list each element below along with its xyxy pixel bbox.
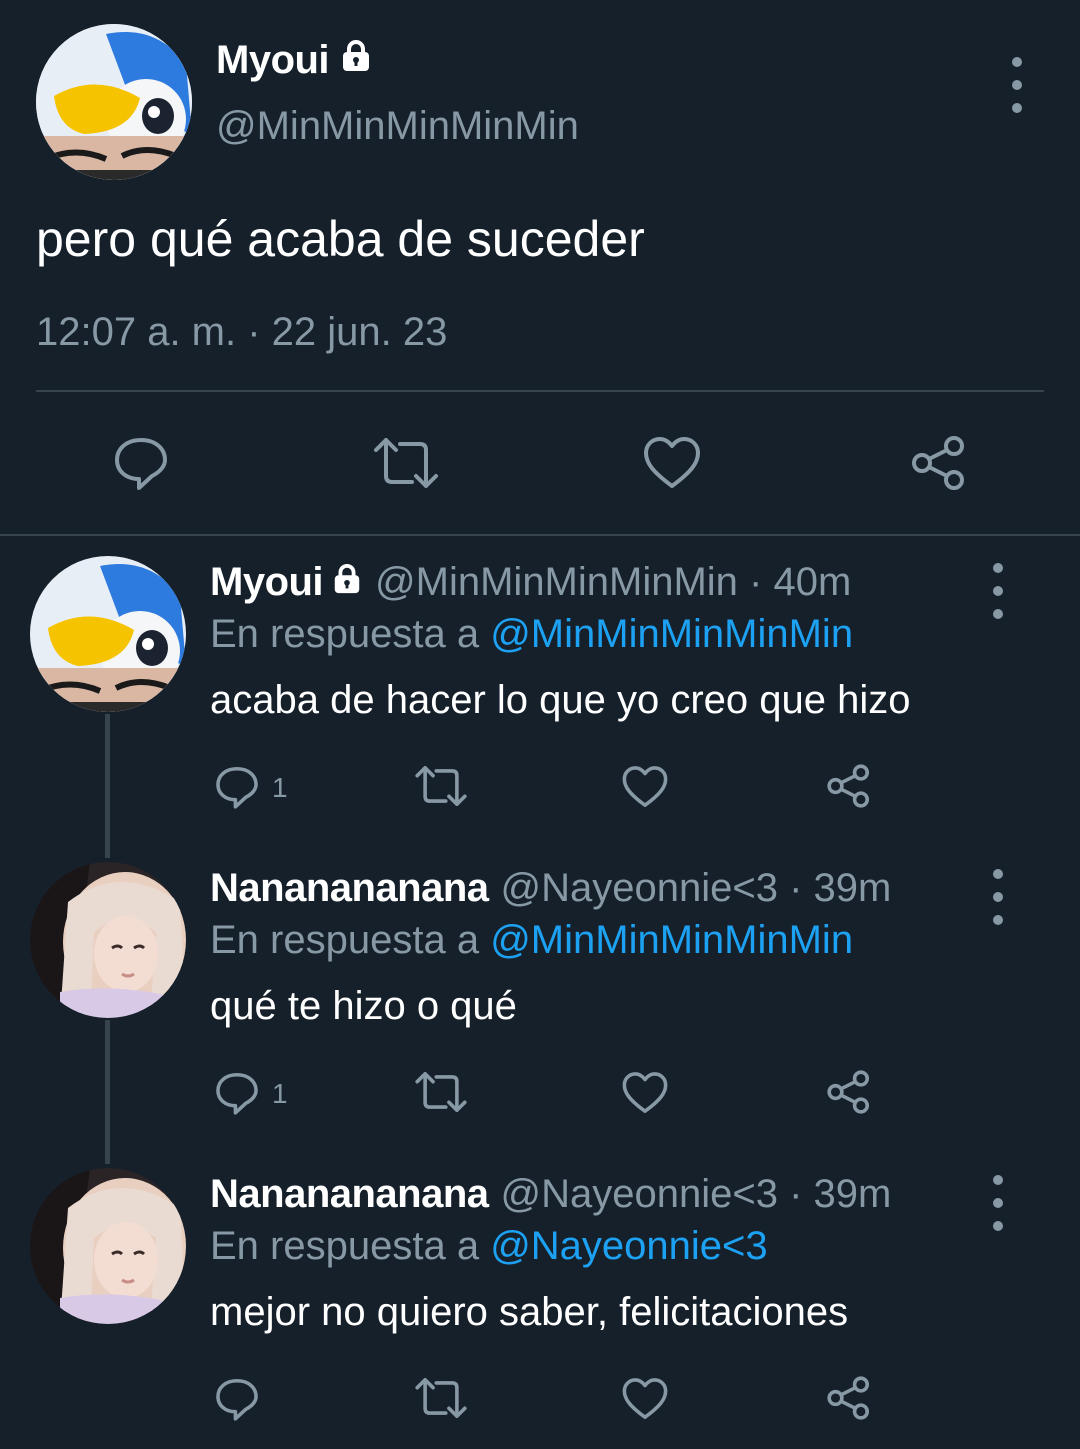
more-options-icon[interactable] <box>978 1175 1018 1231</box>
handle[interactable]: @MinMinMinMinMin <box>216 104 579 149</box>
divider <box>36 390 1044 392</box>
display-name[interactable]: Myoui <box>210 560 324 605</box>
retweet-icon[interactable] <box>414 1376 468 1420</box>
share-icon[interactable] <box>826 763 872 809</box>
mention-link[interactable]: @Nayeonnie<3 <box>490 1224 767 1268</box>
thread-line <box>105 1020 110 1164</box>
reply-context: En respuesta a @MinMinMinMinMin <box>210 612 853 657</box>
reply-header: Myoui @MinMinMinMinMin · 40m <box>210 560 851 605</box>
share-icon[interactable] <box>826 1375 872 1421</box>
tweet-timestamp[interactable]: 12:07 a. m. · 22 jun. 23 <box>36 310 447 355</box>
display-name[interactable]: Nananananana <box>210 866 489 911</box>
like-icon[interactable] <box>643 436 701 490</box>
retweet-icon[interactable] <box>414 764 468 808</box>
display-name[interactable]: Myoui <box>216 38 373 83</box>
thread-line <box>105 714 110 858</box>
reply-header: Nananananana @Nayeonnie<3 · 39m <box>210 866 891 911</box>
reply-context: En respuesta a @MinMinMinMinMin <box>210 918 853 963</box>
handle-and-time[interactable]: @MinMinMinMinMin · 40m <box>375 560 851 605</box>
reply-icon[interactable] <box>112 434 170 492</box>
reply-count: 1 <box>272 772 288 803</box>
lock-icon <box>339 38 373 83</box>
avatar-nayeon[interactable] <box>30 862 186 1018</box>
avatar-myoui[interactable] <box>30 556 186 712</box>
mention-link[interactable]: @MinMinMinMinMin <box>490 918 853 962</box>
handle-and-time[interactable]: @Nayeonnie<3 · 39m <box>501 1172 892 1217</box>
retweet-icon[interactable] <box>372 436 440 490</box>
reply-count: 1 <box>272 1078 288 1109</box>
reply-prefix: En respuesta a <box>210 1224 480 1268</box>
mention-link[interactable]: @MinMinMinMinMin <box>490 612 853 656</box>
section-divider <box>0 534 1080 536</box>
reply-text: mejor no quiero saber, felicitaciones <box>210 1290 849 1334</box>
more-options-icon[interactable] <box>997 57 1037 113</box>
avatar-nayeon[interactable] <box>30 1168 186 1324</box>
reply-text: qué te hizo o qué <box>210 984 517 1028</box>
avatar-myoui[interactable] <box>36 24 192 180</box>
more-options-icon[interactable] <box>978 563 1018 619</box>
reply-prefix: En respuesta a <box>210 918 480 962</box>
display-name[interactable]: Nananananana <box>210 1172 489 1217</box>
retweet-icon[interactable] <box>414 1070 468 1114</box>
share-icon[interactable] <box>910 434 968 492</box>
reply-text: acaba de hacer lo que yo creo que hizo <box>210 678 911 722</box>
more-options-icon[interactable] <box>978 869 1018 925</box>
reply-prefix: En respuesta a <box>210 612 480 656</box>
like-icon[interactable] <box>622 1377 668 1421</box>
reply-context: En respuesta a @Nayeonnie<3 <box>210 1224 768 1269</box>
reply-icon[interactable] <box>214 764 260 810</box>
lock-icon <box>331 560 363 605</box>
tweet-text: pero qué acaba de suceder <box>36 211 645 267</box>
reply-header: Nananananana @Nayeonnie<3 · 39m <box>210 1172 891 1217</box>
reply-icon[interactable] <box>214 1376 260 1422</box>
share-icon[interactable] <box>826 1069 872 1115</box>
display-name-text[interactable]: Myoui <box>216 38 330 83</box>
like-icon[interactable] <box>622 1071 668 1115</box>
reply-icon[interactable] <box>214 1070 260 1116</box>
like-icon[interactable] <box>622 765 668 809</box>
handle-and-time[interactable]: @Nayeonnie<3 · 39m <box>501 866 892 911</box>
